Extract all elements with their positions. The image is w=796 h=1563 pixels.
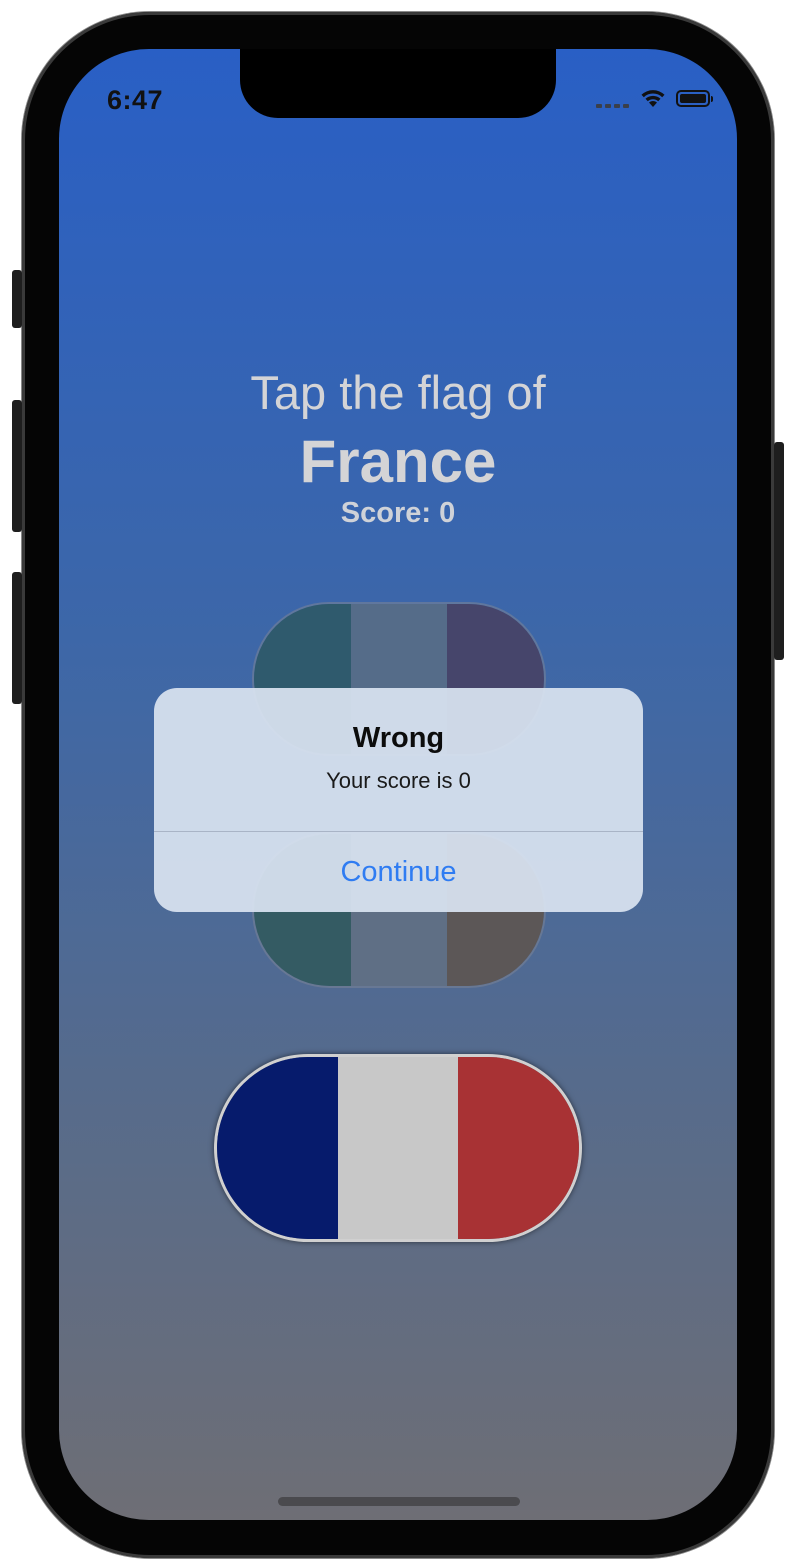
flag-stripe: [338, 1057, 458, 1239]
volume-up-button: [12, 400, 22, 532]
camera-notch: [240, 49, 556, 118]
battery-cap: [711, 96, 713, 102]
home-indicator[interactable]: [278, 1497, 520, 1506]
cellular-dots-icon: [596, 104, 630, 108]
volume-down-button: [12, 572, 22, 704]
silent-switch: [12, 270, 22, 328]
power-button: [774, 442, 784, 660]
app-screen: 6:47 Tap the flag of France Score: 0 Wro…: [59, 49, 737, 1520]
wifi-icon: [641, 90, 665, 107]
alert-message: Your score is 0: [326, 768, 471, 793]
status-time: 6:47: [107, 85, 164, 115]
alert-dialog: Wrong Your score is 0 Continue: [154, 688, 643, 912]
alert-title: Wrong: [352, 722, 445, 754]
battery-icon: [676, 90, 713, 107]
target-country: France: [299, 428, 497, 495]
score-label: Score: 0: [340, 497, 456, 529]
flag-option-france[interactable]: [217, 1057, 579, 1239]
prompt-text: Tap the flag of: [250, 366, 546, 419]
continue-button[interactable]: Continue: [154, 832, 643, 912]
flag-stripe: [458, 1057, 579, 1239]
flag-stripe: [217, 1057, 338, 1239]
battery-fill: [680, 94, 706, 103]
